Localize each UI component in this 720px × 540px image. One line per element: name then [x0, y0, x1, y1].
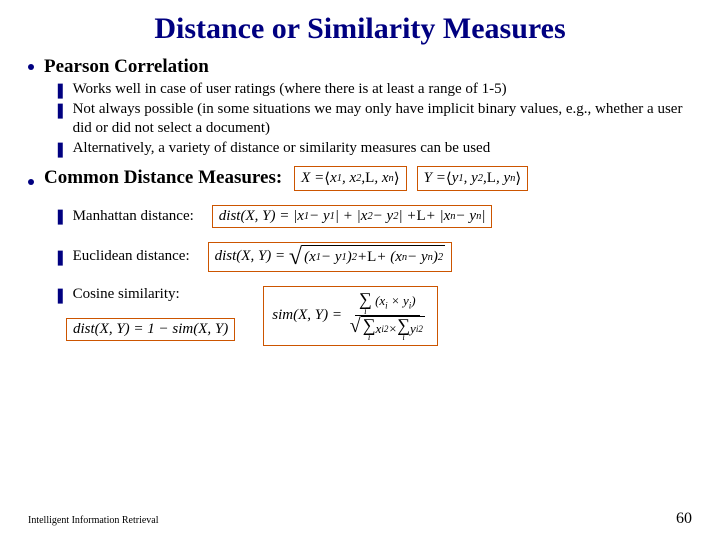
cosine-label: Cosine similarity:	[73, 286, 180, 303]
manhattan-formula: dist(X, Y) = |x1 − y1| + |x2 − y2| + L +…	[212, 205, 493, 228]
common-measures-heading: Common Distance Measures:	[44, 167, 282, 189]
arrow-icon: ❚	[54, 207, 67, 225]
arrow-icon: ❚	[54, 248, 67, 266]
euclidean-label: Euclidean distance:	[73, 248, 190, 265]
cosine-row: ❚ Cosine similarity: dist(X, Y) = 1 − si…	[54, 286, 692, 347]
list-item: ❚ Not always possible (in some situation…	[54, 100, 692, 138]
slide-title: Distance or Similarity Measures	[28, 12, 692, 46]
page-number: 60	[676, 510, 692, 528]
manhattan-label: Manhattan distance:	[73, 208, 194, 225]
arrow-icon: ❚	[54, 81, 67, 99]
euclidean-row: ❚ Euclidean distance: dist(X, Y) = √ (x1…	[54, 242, 692, 272]
euclidean-formula: dist(X, Y) = √ (x1 − y1)2 + L + (xn − yn…	[208, 242, 453, 272]
manhattan-row: ❚ Manhattan distance: dist(X, Y) = |x1 −…	[54, 205, 692, 228]
arrow-icon: ❚	[54, 140, 67, 158]
point-text: Not always possible (in some situations …	[73, 100, 692, 138]
cosine-dist-formula: dist(X, Y) = 1 − sim(X, Y)	[66, 318, 235, 341]
cosine-sim-formula: sim(X, Y) = ∑i (xi × yi) √ ∑i xi2 × ∑i y…	[263, 286, 438, 347]
arrow-icon: ❚	[54, 101, 67, 119]
arrow-icon: ❚	[54, 286, 67, 304]
bullet-common-measures: Common Distance Measures: X = ⟨x1, x2,L …	[28, 166, 692, 191]
point-text: Alternatively, a variety of distance or …	[73, 139, 491, 158]
footer-source: Intelligent Information Retrieval	[28, 515, 159, 526]
bullet-icon	[28, 64, 34, 70]
pearson-heading: Pearson Correlation	[44, 56, 209, 78]
bullet-pearson: Pearson Correlation	[28, 56, 692, 78]
vector-y-formula: Y = ⟨y1, y2,L , yn⟩	[417, 166, 529, 191]
list-item: ❚ Alternatively, a variety of distance o…	[54, 139, 692, 158]
point-text: Works well in case of user ratings (wher…	[73, 80, 507, 99]
pearson-points: ❚ Works well in case of user ratings (wh…	[54, 80, 692, 158]
vector-x-formula: X = ⟨x1, x2,L , xn⟩	[294, 166, 406, 191]
bullet-icon	[28, 179, 34, 185]
list-item: ❚ Works well in case of user ratings (wh…	[54, 80, 692, 99]
